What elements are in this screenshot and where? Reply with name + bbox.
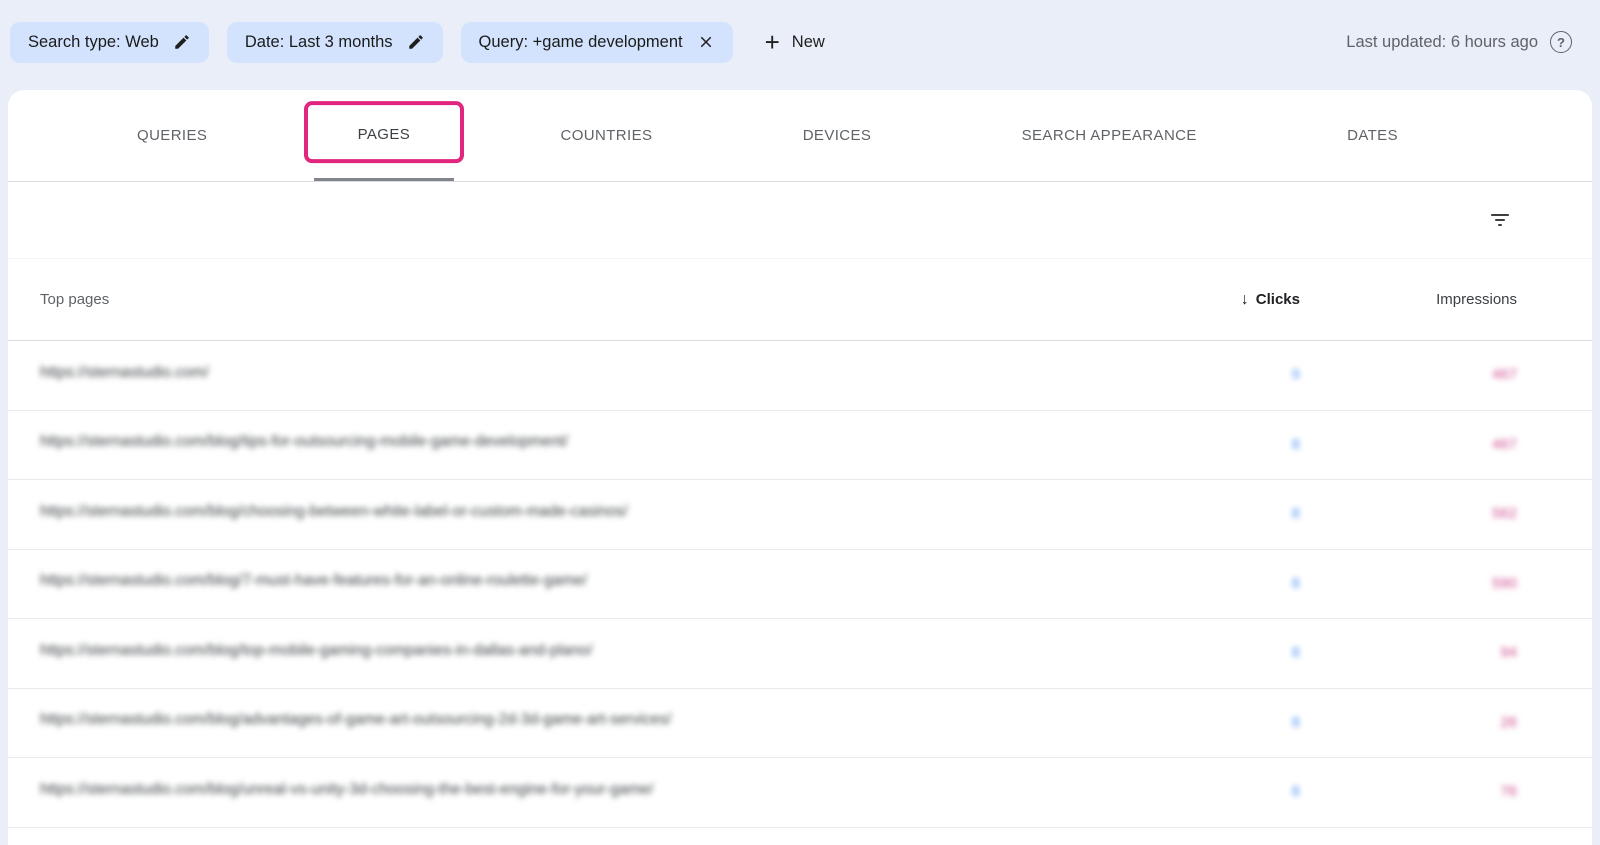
impressions-value: 94 xyxy=(1500,644,1517,662)
tab-countries-label: COUNTRIES xyxy=(560,127,653,144)
impressions-value: 76 xyxy=(1500,783,1517,801)
page-url-link[interactable]: https://sternastudio.com/blog/7-must-hav… xyxy=(40,572,587,590)
edit-icon[interactable] xyxy=(173,33,191,51)
clicks-value: 8 xyxy=(1291,783,1300,801)
tab-devices[interactable]: DEVICES xyxy=(759,90,916,181)
table-body: https://sternastudio.com/ 9 467 https://… xyxy=(8,341,1592,828)
impressions-column-header[interactable]: Impressions xyxy=(1300,291,1592,308)
impressions-value: 467 xyxy=(1491,435,1517,453)
clicks-header-label: Clicks xyxy=(1255,290,1300,308)
page-url-link[interactable]: https://sternastudio.com/blog/unreal-vs-… xyxy=(40,781,653,799)
new-filter-label: New xyxy=(791,32,825,51)
clicks-value: 8 xyxy=(1291,644,1300,662)
clicks-value: 8 xyxy=(1291,574,1300,592)
impressions-value: 26 xyxy=(1500,713,1517,731)
table-row[interactable]: https://sternastudio.com/blog/7-must-hav… xyxy=(8,550,1592,619)
new-filter-button[interactable]: + New xyxy=(759,28,831,56)
filter-chip-date[interactable]: Date: Last 3 months xyxy=(226,21,443,63)
page-url-link[interactable]: https://sternastudio.com/blog/top-mobile… xyxy=(40,642,592,660)
clicks-value: 8 xyxy=(1291,435,1300,453)
page-url-link[interactable]: https://sternastudio.com/ xyxy=(40,364,209,382)
tab-countries[interactable]: COUNTRIES xyxy=(516,90,696,181)
last-updated-text: Last updated: 6 hours ago xyxy=(1346,32,1538,51)
table-row[interactable]: https://sternastudio.com/ 9 467 xyxy=(8,341,1592,411)
clicks-value: 9 xyxy=(1291,366,1300,384)
filter-chip-date-label: Date: Last 3 months xyxy=(244,32,393,51)
plus-icon: + xyxy=(764,27,780,57)
impressions-value: 562 xyxy=(1491,505,1517,523)
last-updated-area: Last updated: 6 hours ago ? xyxy=(1346,31,1572,53)
clicks-column-header[interactable]: ↓ Clicks xyxy=(1150,291,1300,309)
page-url-link[interactable]: https://sternastudio.com/blog/advantages… xyxy=(40,711,672,729)
impressions-value: 467 xyxy=(1491,366,1517,384)
page-url-link[interactable]: https://sternastudio.com/blog/tips-for-o… xyxy=(40,433,568,451)
tab-pages-label: PAGES xyxy=(357,125,411,143)
impressions-value: 590 xyxy=(1491,574,1517,592)
table-header-row: Top pages ↓ Clicks Impressions xyxy=(8,259,1592,341)
table-row[interactable]: https://sternastudio.com/blog/tips-for-o… xyxy=(8,411,1592,480)
dimension-tabs: QUERIES PAGES COUNTRIES DEVICES SEARCH A… xyxy=(8,90,1592,182)
filter-chip-query[interactable]: Query: +game development xyxy=(460,21,733,63)
top-pages-column-header: Top pages xyxy=(40,291,110,308)
filter-chip-query-label: Query: +game development xyxy=(478,32,683,51)
clicks-value: 8 xyxy=(1291,713,1300,731)
filter-chip-search-type-label: Search type: Web xyxy=(28,32,159,51)
tab-devices-label: DEVICES xyxy=(802,127,872,144)
tab-search-appearance-label: SEARCH APPEARANCE xyxy=(1021,127,1197,144)
tab-dates[interactable]: DATES xyxy=(1303,90,1442,181)
edit-icon[interactable] xyxy=(407,33,425,51)
table-toolbar xyxy=(8,182,1592,259)
table-row[interactable]: https://sternastudio.com/blog/unreal-vs-… xyxy=(8,758,1592,828)
sort-descending-icon: ↓ xyxy=(1240,290,1249,308)
help-icon[interactable]: ? xyxy=(1550,31,1572,53)
help-glyph: ? xyxy=(1557,34,1565,50)
filter-chip-search-type[interactable]: Search type: Web xyxy=(10,21,209,63)
tab-queries[interactable]: QUERIES xyxy=(93,90,251,181)
tab-search-appearance[interactable]: SEARCH APPEARANCE xyxy=(978,90,1241,181)
tab-queries-label: QUERIES xyxy=(137,127,208,144)
tab-dates-label: DATES xyxy=(1347,127,1398,144)
filter-bar: Search type: Web Date: Last 3 months Que… xyxy=(0,0,1600,90)
table-row[interactable]: https://sternastudio.com/blog/advantages… xyxy=(8,689,1592,758)
page-url-link[interactable]: https://sternastudio.com/blog/choosing-b… xyxy=(40,503,628,521)
performance-report-card: QUERIES PAGES COUNTRIES DEVICES SEARCH A… xyxy=(8,90,1592,845)
table-row[interactable]: https://sternastudio.com/blog/top-mobile… xyxy=(8,619,1592,689)
clicks-value: 8 xyxy=(1291,505,1300,523)
filter-list-icon[interactable] xyxy=(1480,200,1520,240)
close-icon[interactable] xyxy=(697,33,715,51)
table-row[interactable]: https://sternastudio.com/blog/choosing-b… xyxy=(8,480,1592,550)
tab-pages[interactable]: PAGES xyxy=(303,90,464,181)
